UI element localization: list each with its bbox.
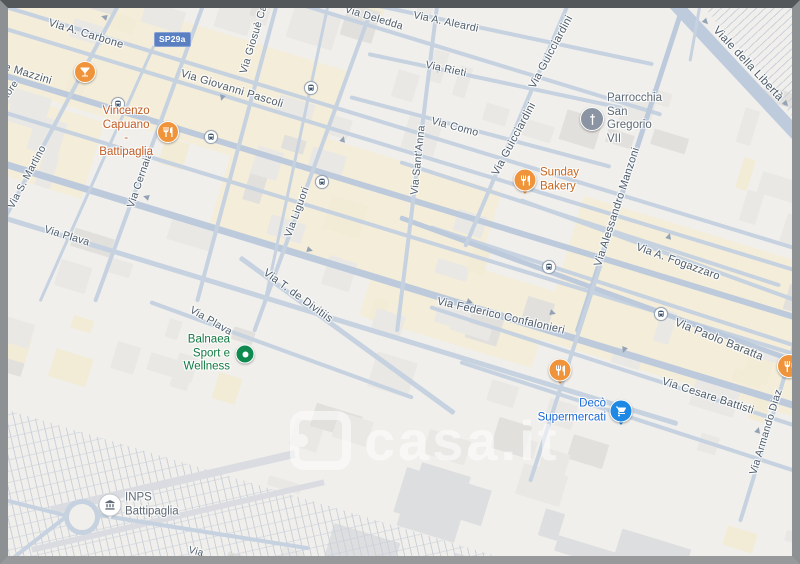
poi-label: Parrocchia San Gregorio VII: [607, 91, 662, 145]
building: [54, 259, 93, 295]
building: [164, 317, 183, 341]
building: [391, 69, 420, 102]
bus-stop-icon[interactable]: [315, 175, 329, 189]
bank-icon: [99, 494, 121, 516]
building: [722, 525, 758, 554]
casa-it-logo-icon: [290, 411, 351, 470]
restaurant-icon: [513, 168, 537, 192]
route-badge-sp29a: SP29a: [154, 32, 191, 47]
building: [566, 434, 610, 469]
building: [481, 102, 510, 127]
bus-stop-icon[interactable]: [654, 307, 668, 321]
building: [110, 340, 142, 376]
poi-label: INPS Battipaglia: [125, 491, 179, 517]
watermark-text: casa.it: [364, 409, 560, 472]
poi-label: Sunday Bakery: [540, 166, 580, 192]
building: [8, 315, 35, 349]
dot-icon: [235, 344, 255, 364]
bus-stop-icon[interactable]: [204, 130, 218, 144]
poi-label: Balnaea Sport e Wellness: [183, 333, 230, 373]
bar-icon: [74, 61, 96, 83]
restaurant-icon: [548, 358, 572, 382]
map-canvas[interactable]: SP29a casa.it Via A. Carbone e Mazzini ast…: [8, 8, 792, 556]
screenshot-frame: SP29a casa.it Via A. Carbone e Mazzini ast…: [0, 0, 800, 564]
bus-stop-icon[interactable]: [304, 81, 318, 95]
building: [735, 107, 761, 147]
poi-label: Vincenzo Capuano - Battipaglia: [99, 104, 154, 158]
restaurant-icon: [157, 121, 179, 143]
cart-icon: [609, 399, 633, 423]
building: [734, 157, 756, 192]
building: [553, 535, 626, 556]
building: [784, 529, 792, 547]
building: [739, 189, 764, 225]
building: [211, 371, 243, 405]
church-icon: [580, 107, 604, 131]
roundabout-road: [64, 499, 100, 535]
building: [48, 347, 94, 387]
bus-stop-icon[interactable]: [542, 260, 556, 274]
building: [486, 378, 520, 409]
building: [69, 315, 94, 334]
casa-it-watermark: casa.it: [290, 408, 559, 473]
building: [609, 528, 691, 556]
poi-label: Decò Supermercati: [537, 397, 606, 423]
